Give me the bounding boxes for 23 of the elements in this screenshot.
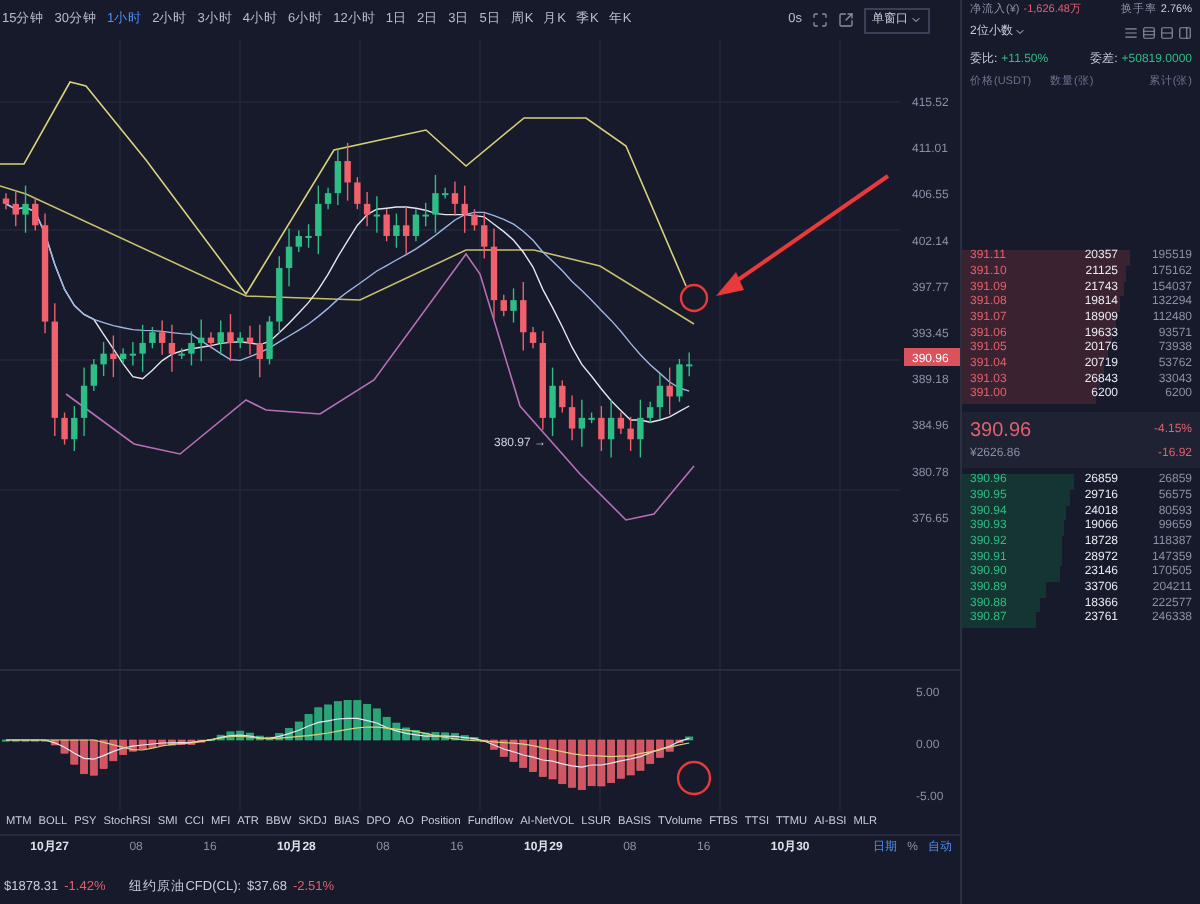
candlestick — [549, 366, 556, 437]
highlight-circle — [679, 283, 709, 313]
caret-icon — [910, 14, 922, 26]
asks-view-icon[interactable] — [1160, 25, 1174, 39]
bids-view-icon[interactable] — [1142, 25, 1156, 39]
full-book-icon[interactable] — [1124, 25, 1138, 39]
candlestick — [471, 208, 478, 232]
fullscreen-icon[interactable] — [812, 12, 828, 28]
candlestick — [676, 358, 683, 403]
candlestick — [61, 411, 68, 446]
candlestick — [510, 287, 517, 324]
caret-icon — [1014, 26, 1027, 38]
last-price: 390.96 — [970, 418, 1032, 447]
candlestick — [22, 184, 29, 234]
candlestick — [266, 315, 273, 366]
candlestick — [227, 313, 234, 362]
highlight-circle — [676, 760, 712, 796]
candlestick — [305, 223, 312, 249]
popout-icon[interactable] — [838, 12, 854, 28]
panel-icon[interactable] — [1178, 25, 1192, 39]
candlestick — [686, 351, 693, 377]
candlestick — [432, 174, 439, 234]
candlestick — [188, 330, 195, 367]
